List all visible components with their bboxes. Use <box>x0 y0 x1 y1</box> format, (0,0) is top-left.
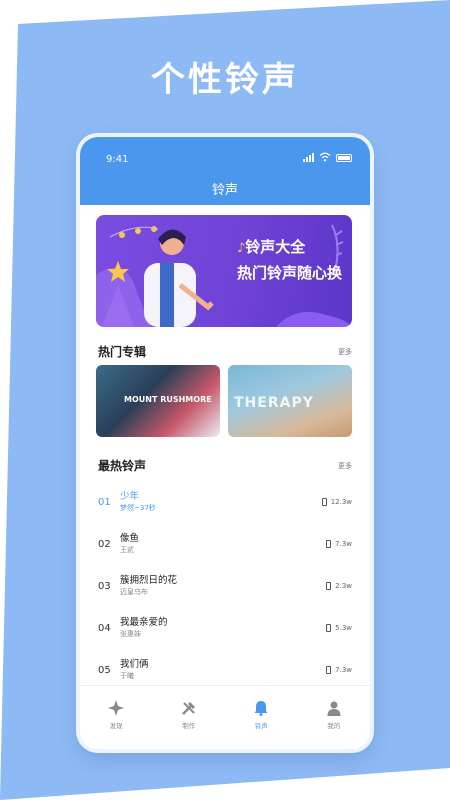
bottom-tab-bar: 发现 制作 铃声 我的 <box>80 685 370 749</box>
song-index: 05 <box>98 664 111 676</box>
phone-icon <box>326 624 332 632</box>
song-index: 04 <box>98 622 111 634</box>
status-icons <box>303 152 352 162</box>
profile-icon <box>327 701 341 716</box>
wifi-icon <box>319 152 331 162</box>
tab-make[interactable]: 制作 <box>164 700 214 730</box>
album-cover-text: MOUNT RUSHMORE <box>124 395 212 404</box>
song-name: 像鱼 <box>120 533 140 544</box>
song-name: 簇拥烈日的花 <box>120 575 178 586</box>
signal-icon <box>303 153 314 162</box>
song-name: 我们俩 <box>120 659 149 670</box>
song-row[interactable]: 04 我最亲爱的 张惠妹 5.3w <box>98 607 352 649</box>
tools-icon <box>181 701 195 715</box>
song-artist: 王贰 <box>120 546 134 554</box>
status-time: 9:41 <box>106 154 129 165</box>
album-card-2[interactable]: THERAPY <box>228 365 352 437</box>
hot-songs-header: 最热铃声 更多 <box>98 457 352 474</box>
song-plays: 2.3w <box>335 582 352 590</box>
tab-label: 铃声 <box>254 721 268 730</box>
battery-icon <box>336 154 352 162</box>
song-artist: 梦然~37秒 <box>120 504 156 512</box>
song-row[interactable]: 03 簇拥烈日的花 迈皇乌布 2.3w <box>98 565 352 607</box>
phone-mockup: 9:41 铃声 ♪铃声大全 热门铃声随心换 热门专辑 更多 MOUNT RUSH… <box>80 137 370 749</box>
tab-discover[interactable]: 发现 <box>91 699 141 730</box>
banner-text: ♪铃声大全 热门铃声随心换 <box>237 235 342 285</box>
tab-mine[interactable]: 我的 <box>309 700 359 730</box>
song-plays: 7.3w <box>335 540 352 548</box>
hot-albums-title: 热门专辑 <box>98 345 147 359</box>
banner-line1: 铃声大全 <box>245 238 306 256</box>
phone-icon <box>321 498 327 506</box>
promo-headline: 个性铃声 <box>151 60 299 100</box>
hot-albums-more-link[interactable]: 更多 <box>338 347 352 357</box>
song-index: 03 <box>98 580 111 592</box>
banner-line2: 热门铃声随心换 <box>236 264 342 282</box>
song-plays: 5.3w <box>335 624 352 632</box>
song-index: 02 <box>98 538 111 550</box>
phone-icon <box>326 666 332 674</box>
song-artist: 于曦 <box>120 672 134 680</box>
song-name: 我最亲爱的 <box>120 617 168 628</box>
phone-icon <box>326 582 332 590</box>
hot-songs-title: 最热铃声 <box>98 459 147 473</box>
tab-label: 我的 <box>327 721 341 730</box>
song-artist: 迈皇乌布 <box>120 588 148 596</box>
tab-label: 制作 <box>182 721 196 730</box>
album-cover-text: THERAPY <box>234 395 314 411</box>
song-row[interactable]: 02 像鱼 王贰 7.3w <box>98 523 352 565</box>
tab-label: 发现 <box>109 721 123 730</box>
song-plays: 7.3w <box>335 666 352 674</box>
song-row[interactable]: 01 少年 梦然~37秒 12.3w <box>98 481 352 523</box>
song-artist: 张惠妹 <box>120 630 141 638</box>
discover-icon <box>108 699 125 716</box>
song-plays: 12.3w <box>330 498 352 506</box>
tab-ringtone[interactable]: 铃声 <box>236 700 286 730</box>
phone-icon <box>326 540 332 548</box>
hot-songs-more-link[interactable]: 更多 <box>338 461 352 471</box>
song-list: 01 少年 梦然~37秒 12.3w 02 像鱼 王贰 7.3w 03 簇拥烈日… <box>98 481 352 691</box>
album-card-1[interactable]: MOUNT RUSHMORE <box>96 365 220 437</box>
bell-icon <box>254 700 268 716</box>
app-header: 9:41 铃声 <box>80 137 370 205</box>
promo-banner[interactable]: ♪铃声大全 热门铃声随心换 <box>96 215 352 327</box>
hot-albums-header: 热门专辑 更多 <box>98 343 352 360</box>
page-title: 铃声 <box>211 183 238 198</box>
song-name: 少年 <box>120 491 140 502</box>
song-index: 01 <box>98 496 111 508</box>
